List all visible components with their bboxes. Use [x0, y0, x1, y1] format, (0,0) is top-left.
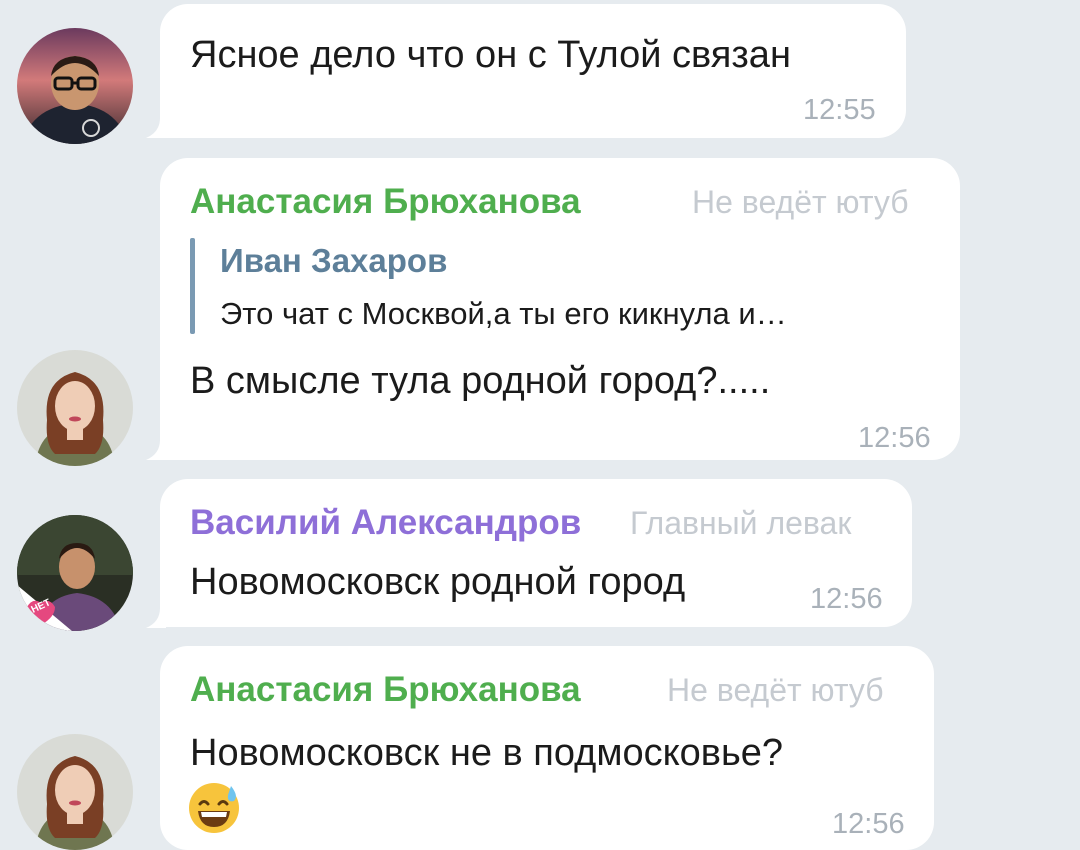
sender-status: Не ведёт ютуб — [667, 672, 884, 708]
message-2[interactable]: Анастасия Брюханова Не ведёт ютуб Иван З… — [0, 150, 1080, 470]
sender-name[interactable]: Анастасия Брюханова — [190, 182, 581, 222]
avatar-vasily[interactable]: НЕТ — [17, 515, 133, 631]
message-1[interactable]: Ясное дело что он с Тулой связан 12:55 — [0, 0, 1080, 150]
avatar-anastasia[interactable] — [17, 350, 133, 466]
message-bubble[interactable]: Анастасия Брюханова Не ведёт ютуб Иван З… — [160, 158, 960, 460]
sender-name[interactable]: Анастасия Брюханова — [190, 670, 581, 710]
message-text: Новомосковск родной город — [190, 561, 686, 603]
sweat-smile-emoji — [186, 780, 242, 841]
message-4[interactable]: Анастасия Брюханова Не ведёт ютуб Новомо… — [0, 640, 1080, 850]
message-bubble[interactable]: Василий Александров Главный левак Новомо… — [160, 479, 912, 627]
avatar-anastasia[interactable] — [17, 734, 133, 850]
sender-status: Не ведёт ютуб — [692, 184, 909, 220]
message-text: В смысле тула родной город?..... — [190, 360, 771, 402]
message-text: Ясное дело что он с Тулой связан — [190, 34, 791, 76]
sender-name[interactable]: Василий Александров — [190, 503, 581, 543]
quote-author: Иван Захаров — [220, 242, 448, 279]
quote-text: Это чат с Москвой,а ты его кикнула и… — [220, 296, 787, 331]
message-bubble[interactable]: Ясное дело что он с Тулой связан 12:55 — [160, 4, 906, 138]
avatar-man-glasses[interactable] — [17, 28, 133, 144]
message-time: 12:56 — [810, 583, 883, 615]
message-3[interactable]: НЕТ Василий Александров Главный левак Но… — [0, 470, 1080, 640]
quote-bar — [190, 238, 195, 334]
message-text: Новомосковск не в подмосковье? — [190, 732, 784, 774]
message-bubble[interactable]: Анастасия Брюханова Не ведёт ютуб Новомо… — [160, 646, 934, 850]
sender-status: Главный левак — [630, 505, 852, 541]
message-time: 12:56 — [858, 422, 931, 454]
message-time: 12:56 — [832, 808, 905, 840]
message-time: 12:55 — [803, 94, 876, 126]
